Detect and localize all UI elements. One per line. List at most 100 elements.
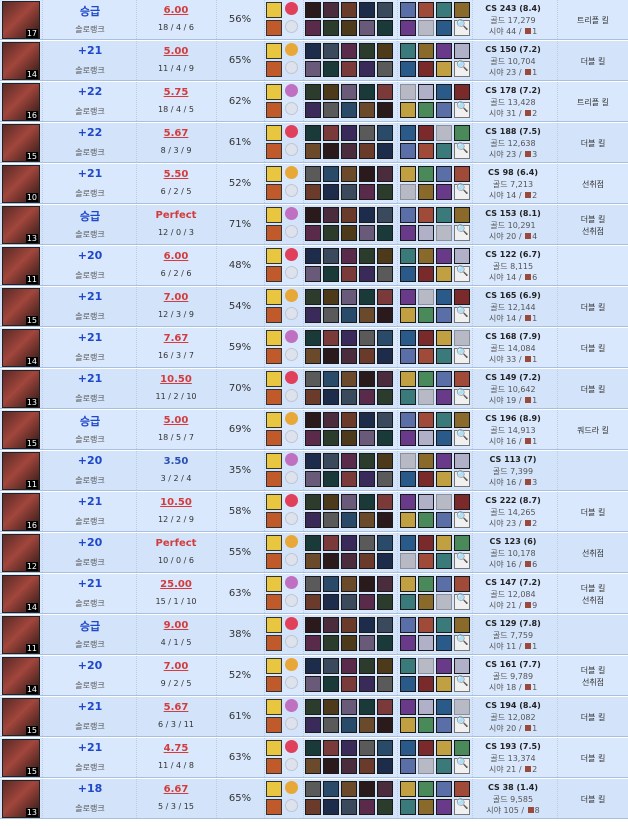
player-champion-icon[interactable] (341, 535, 357, 551)
player-champion-icon[interactable] (305, 699, 321, 715)
item-icon[interactable] (400, 471, 416, 487)
item-icon[interactable] (436, 248, 452, 264)
item-icon[interactable] (418, 617, 434, 633)
player-champion-icon[interactable] (341, 412, 357, 428)
item-icon[interactable] (400, 207, 416, 223)
player-champion-icon[interactable] (305, 617, 321, 633)
item-icon[interactable] (400, 512, 416, 528)
kda-ratio[interactable]: 5.50 (140, 169, 212, 180)
item-icon[interactable] (418, 740, 434, 756)
player-champion-icon[interactable] (341, 348, 357, 364)
player-champion-icon[interactable] (323, 2, 339, 18)
player-champion-icon[interactable] (359, 494, 375, 510)
item-icon[interactable] (400, 699, 416, 715)
player-champion-icon[interactable] (341, 143, 357, 159)
item-icon[interactable] (436, 330, 452, 346)
item-icon[interactable] (436, 2, 452, 18)
match-row[interactable]: 15 +21 솔로랭크 4.75 11 / 4 / 8 63% CS 193 (7.5) 골드… (0, 738, 628, 778)
player-champion-icon[interactable] (377, 699, 393, 715)
item-icon[interactable] (400, 430, 416, 446)
player-champion-icon[interactable] (359, 61, 375, 77)
player-champion-icon[interactable] (323, 102, 339, 118)
player-champion-icon[interactable] (323, 184, 339, 200)
item-icon[interactable] (400, 289, 416, 305)
player-champion-icon[interactable] (377, 453, 393, 469)
player-champion-icon[interactable] (341, 166, 357, 182)
kda-ratio[interactable]: 6.00 (140, 5, 212, 16)
player-champion-icon[interactable] (305, 594, 321, 610)
player-champion-icon[interactable] (323, 330, 339, 346)
item-icon[interactable] (400, 658, 416, 674)
item-icon[interactable] (436, 453, 452, 469)
player-champion-icon[interactable] (359, 166, 375, 182)
item-icon[interactable] (418, 102, 434, 118)
match-row[interactable]: 13 승급솔로랭크 Perfect 12 / 0 / 3 71% CS 153 (8.1)… (0, 205, 628, 245)
kda-ratio[interactable]: 7.00 (140, 661, 212, 672)
item-icon[interactable] (418, 166, 434, 182)
item-icon[interactable] (436, 740, 452, 756)
player-champion-icon[interactable] (305, 799, 321, 815)
player-champion-icon[interactable] (341, 635, 357, 651)
player-champion-icon[interactable] (359, 307, 375, 323)
item-icon[interactable] (418, 84, 434, 100)
player-champion-icon[interactable] (359, 658, 375, 674)
champion-portrait[interactable]: 16 (2, 83, 40, 121)
match-row[interactable]: 14 +21 솔로랭크 5.00 11 / 4 / 9 65% CS 150 (7.2) 골드… (0, 41, 628, 81)
player-champion-icon[interactable] (341, 576, 357, 592)
item-icon[interactable] (400, 307, 416, 323)
player-champion-icon[interactable] (341, 266, 357, 282)
item-icon[interactable] (418, 43, 434, 59)
player-champion-icon[interactable] (359, 453, 375, 469)
player-champion-icon[interactable] (341, 471, 357, 487)
player-champion-icon[interactable] (323, 658, 339, 674)
player-champion-icon[interactable] (341, 102, 357, 118)
player-champion-icon[interactable] (341, 225, 357, 241)
item-icon[interactable] (436, 389, 452, 405)
player-champion-icon[interactable] (323, 225, 339, 241)
item-icon[interactable] (418, 576, 434, 592)
match-row[interactable]: 17 승급솔로랭크 6.00 18 / 4 / 6 56% CS 243 (8.4) 골드 … (0, 0, 628, 40)
match-row[interactable]: 15 +21 솔로랭크 5.67 6 / 3 / 11 61% CS 194 (8.4) 골드… (0, 697, 628, 737)
item-icon[interactable] (400, 330, 416, 346)
player-champion-icon[interactable] (377, 307, 393, 323)
player-champion-icon[interactable] (377, 389, 393, 405)
player-champion-icon[interactable] (341, 43, 357, 59)
player-champion-icon[interactable] (377, 207, 393, 223)
item-icon[interactable] (418, 717, 434, 733)
champion-portrait[interactable]: 14 (2, 657, 40, 695)
item-icon[interactable] (400, 125, 416, 141)
player-champion-icon[interactable] (323, 494, 339, 510)
item-icon[interactable] (418, 348, 434, 364)
player-champion-icon[interactable] (359, 389, 375, 405)
item-icon[interactable] (400, 494, 416, 510)
player-champion-icon[interactable] (377, 143, 393, 159)
player-champion-icon[interactable] (377, 576, 393, 592)
player-champion-icon[interactable] (377, 184, 393, 200)
match-row[interactable]: 15 승급솔로랭크 5.00 18 / 5 / 7 69% CS 196 (8.9) 골드 … (0, 410, 628, 450)
item-icon[interactable] (400, 781, 416, 797)
item-icon[interactable] (436, 658, 452, 674)
player-champion-icon[interactable] (359, 412, 375, 428)
champion-portrait[interactable]: 11 (2, 616, 40, 654)
player-champion-icon[interactable] (359, 2, 375, 18)
player-champion-icon[interactable] (305, 389, 321, 405)
champion-portrait[interactable]: 13 (2, 780, 40, 818)
player-champion-icon[interactable] (341, 371, 357, 387)
item-icon[interactable] (418, 553, 434, 569)
match-row[interactable]: 10 +21 솔로랭크 5.50 6 / 2 / 5 52% CS 98 (6.4) 골드 7… (0, 164, 628, 204)
player-champion-icon[interactable] (359, 225, 375, 241)
player-champion-icon[interactable] (305, 102, 321, 118)
player-champion-icon[interactable] (377, 102, 393, 118)
player-champion-icon[interactable] (359, 289, 375, 305)
item-icon[interactable] (400, 102, 416, 118)
item-icon[interactable] (418, 494, 434, 510)
player-champion-icon[interactable] (359, 740, 375, 756)
item-icon[interactable] (418, 512, 434, 528)
player-champion-icon[interactable] (377, 2, 393, 18)
match-row[interactable]: 14 +21 솔로랭크 25.00 15 / 1 / 10 63% CS 147 (7.2)… (0, 574, 628, 614)
player-champion-icon[interactable] (341, 84, 357, 100)
player-champion-icon[interactable] (341, 248, 357, 264)
item-icon[interactable] (418, 248, 434, 264)
player-champion-icon[interactable] (323, 699, 339, 715)
item-icon[interactable] (400, 20, 416, 36)
